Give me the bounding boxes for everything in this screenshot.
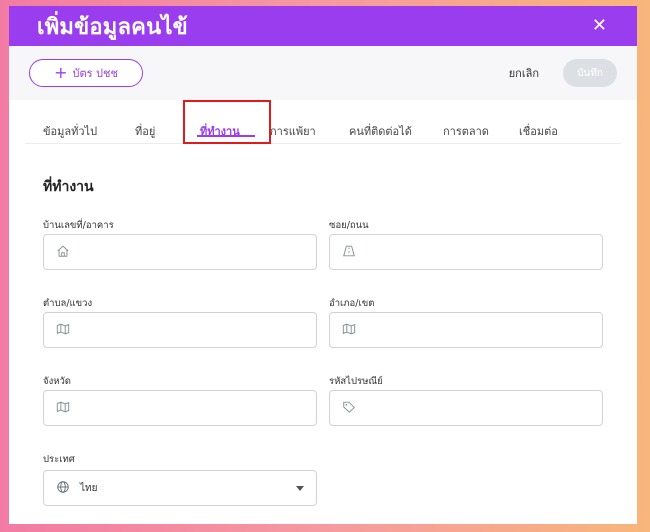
section-title: ที่ทำงาน: [43, 179, 94, 195]
add-patient-dialog: เพิ่มข้อมูลคนไข้ ✕ + บัตร ปชช ยกเลิก บัน…: [9, 6, 637, 524]
tab-bar: ข้อมูลทั่วไป ที่อยู่ ที่ทำงาน การแพ้ยา ค…: [25, 100, 621, 144]
close-icon[interactable]: ✕: [592, 17, 607, 35]
tab-address[interactable]: ที่อยู่: [135, 122, 155, 140]
map-icon: [56, 321, 70, 340]
tab-connect[interactable]: เชื่อมต่อ: [519, 122, 558, 140]
tab-contacts[interactable]: คนที่ติดต่อได้: [349, 122, 412, 140]
map-icon: [342, 321, 356, 340]
postcode-label: รหัสไปรษณีย์: [329, 376, 383, 387]
province-field[interactable]: [43, 390, 317, 426]
road-icon: [342, 243, 356, 262]
district-label: อำเภอ/เขต: [329, 298, 375, 309]
home-icon: [56, 243, 70, 262]
tab-marketing[interactable]: การตลาด: [443, 122, 489, 140]
tab-highlight-box: [183, 100, 271, 144]
street-label: ซอย/ถนน: [329, 220, 369, 231]
dialog-titlebar: เพิ่มข้อมูลคนไข้ ✕: [9, 6, 637, 46]
postcode-field[interactable]: [329, 390, 603, 426]
district-field[interactable]: [329, 312, 603, 348]
id-card-button-label: บัตร ปชช: [72, 67, 118, 80]
chevron-down-icon: [296, 486, 304, 491]
cancel-button[interactable]: ยกเลิก: [509, 64, 539, 82]
subdistrict-label: ตำบล/แขวง: [43, 298, 93, 309]
house-no-field[interactable]: [43, 234, 317, 270]
tab-general-info[interactable]: ข้อมูลทั่วไป: [43, 122, 97, 140]
plus-icon: +: [54, 63, 68, 82]
country-value: ไทย: [80, 482, 98, 494]
dialog-toolbar: + บัตร ปชช ยกเลิก บันทึก: [9, 46, 637, 100]
tab-drug-allergy[interactable]: การแพ้ยา: [270, 122, 316, 140]
province-label: จังหวัด: [43, 376, 71, 387]
dialog-title: เพิ่มข้อมูลคนไข้: [37, 14, 188, 40]
country-select[interactable]: ไทย: [43, 470, 317, 506]
globe-icon: [56, 479, 70, 498]
street-field[interactable]: [329, 234, 603, 270]
map-icon: [56, 399, 70, 418]
tag-icon: [342, 399, 356, 418]
subdistrict-field[interactable]: [43, 312, 317, 348]
save-button[interactable]: บันทึก: [563, 59, 617, 87]
id-card-button[interactable]: + บัตร ปชช: [29, 59, 143, 87]
house-no-label: บ้านเลขที่/อาคาร: [43, 220, 114, 231]
country-label: ประเทศ: [43, 454, 75, 465]
